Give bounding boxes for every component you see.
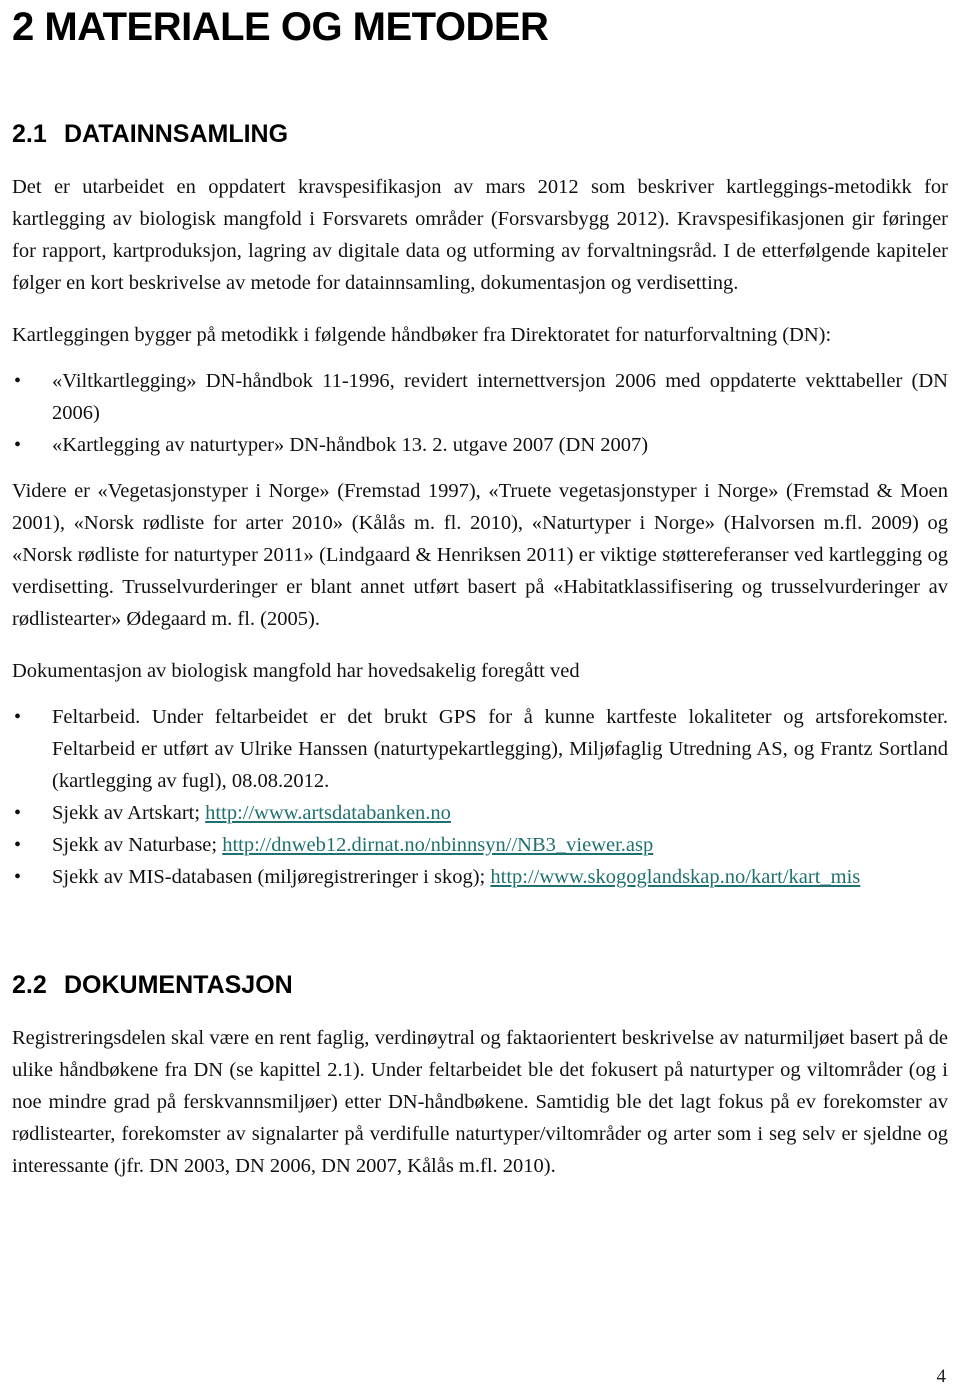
section-heading-2-1: 2.1 DATAINNSAMLING bbox=[12, 120, 948, 149]
list-item-text: Sjekk av MIS-databasen (miljøregistrerin… bbox=[52, 866, 491, 888]
section-heading-2-2: 2.2 DOKUMENTASJON bbox=[12, 971, 948, 1000]
list-item-artskart: Sjekk av Artskart; http://www.artsdataba… bbox=[12, 797, 948, 829]
list-item-feltarbeid: Feltarbeid. Under feltarbeidet er det br… bbox=[12, 701, 948, 797]
list-item: «Viltkartlegging» DN-håndbok 11-1996, re… bbox=[12, 365, 948, 429]
paragraph-handbooks-lead: Kartleggingen bygger på metodikk i følge… bbox=[12, 324, 832, 346]
list-item-text: Sjekk av Artskart; bbox=[52, 802, 206, 824]
documentation-bullet-list: Feltarbeid. Under feltarbeidet er det br… bbox=[12, 701, 948, 893]
link-artsdatabanken[interactable]: http://www.artsdatabanken.no bbox=[205, 802, 451, 824]
document-page: 2 MATERIALE OG METODER 2.1 DATAINNSAMLING… bbox=[0, 0, 960, 1394]
paragraph-references: Videre er «Vegetasjonstyper i Norge» (Fr… bbox=[12, 480, 948, 630]
link-skogoglandskap[interactable]: http://www.skogoglandskap.no/kart/kart_m… bbox=[490, 866, 860, 888]
paragraph-documentation-lead: Dokumentasjon av biologisk mangfold har … bbox=[12, 660, 580, 682]
list-item-mis-database: Sjekk av MIS-databasen (miljøregistrerin… bbox=[12, 861, 948, 893]
paragraph-datainnsamling-intro: Det er utarbeidet en oppdatert kravspesi… bbox=[12, 176, 948, 294]
handbook-bullet-list: «Viltkartlegging» DN-håndbok 11-1996, re… bbox=[12, 365, 948, 461]
link-naturbase[interactable]: http://dnweb12.dirnat.no/nbinnsyn//NB3_v… bbox=[222, 834, 653, 856]
section-number-2-2: 2.2 bbox=[12, 971, 47, 999]
section-number-2-1: 2.1 bbox=[12, 120, 47, 148]
page-number: 4 bbox=[936, 1366, 947, 1387]
list-item-naturbase: Sjekk av Naturbase; http://dnweb12.dirna… bbox=[12, 829, 948, 861]
list-item-text: Feltarbeid. Under feltarbeidet er det br… bbox=[52, 706, 948, 792]
paragraph-dokumentasjon-body: Registreringsdelen skal være en rent fag… bbox=[12, 1027, 948, 1177]
chapter-heading: 2 MATERIALE OG METODER bbox=[12, 5, 549, 49]
section-title-2-2: DOKUMENTASJON bbox=[64, 971, 293, 999]
section-title-2-1: DATAINNSAMLING bbox=[64, 120, 289, 148]
list-item: «Kartlegging av naturtyper» DN-håndbok 1… bbox=[12, 429, 948, 461]
list-item-text: Sjekk av Naturbase; bbox=[52, 834, 223, 856]
